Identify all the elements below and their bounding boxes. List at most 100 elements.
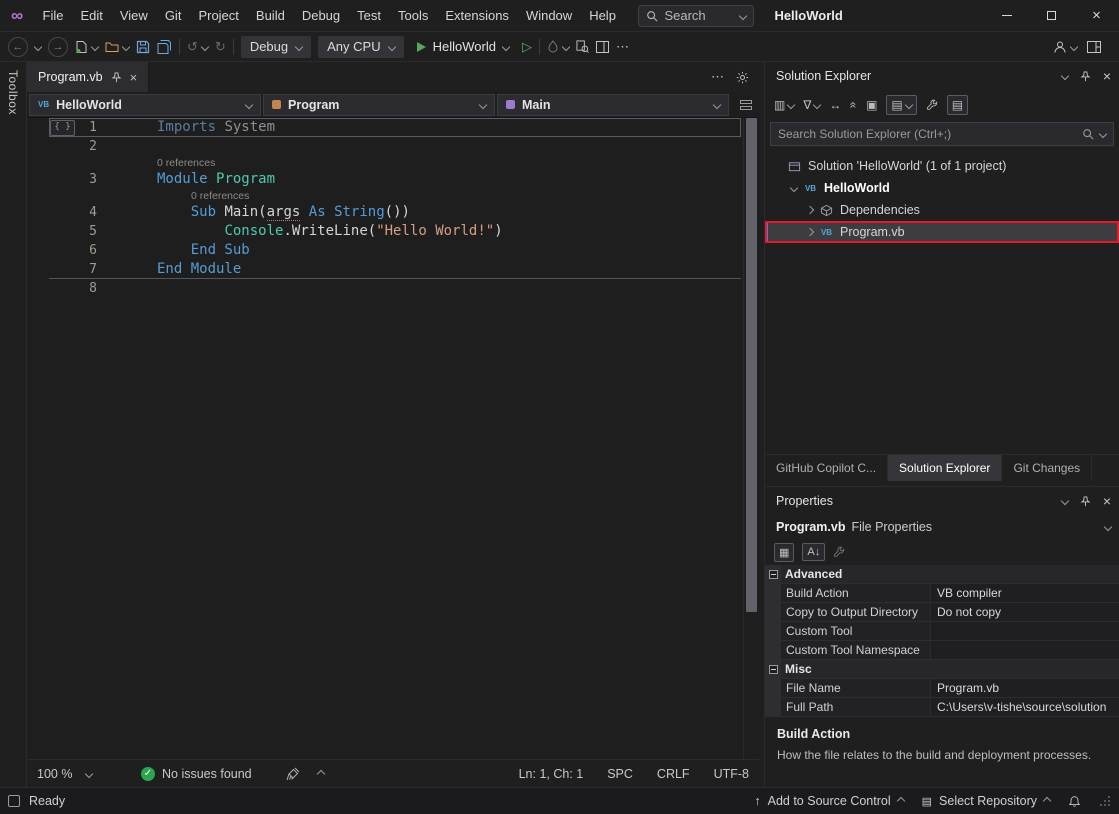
solution-configuration-dropdown[interactable]: Debug [241,36,311,58]
property-value[interactable]: VB compiler [931,584,1119,602]
properties-button[interactable]: ▣ [866,98,877,112]
search-icon[interactable] [1082,128,1094,140]
expand-panel-chevron-icon[interactable] [316,769,324,777]
property-row-file-name[interactable]: File NameProgram.vb [765,679,1119,698]
tree-item-solution-helloworld-1-of-1-project[interactable]: Solution 'HelloWorld' (1 of 1 project) [765,155,1119,177]
hot-reload-button[interactable] [547,40,569,53]
chevron-down-icon[interactable] [1061,497,1069,505]
menu-item-edit[interactable]: Edit [72,0,111,31]
code-text[interactable]: End Sub [97,241,743,260]
pin-icon[interactable] [1080,71,1091,82]
property-value[interactable]: Program.vb [931,679,1119,697]
tab-solution-explorer[interactable]: Solution Explorer [888,455,1002,481]
chevron-down-icon[interactable] [91,42,99,50]
code-text[interactable]: Module Program [97,170,743,189]
vertical-scrollbar[interactable] [743,118,759,759]
property-value[interactable]: C:\Users\v-tishe\source\solution [931,698,1119,716]
code-cleanup-broom-icon[interactable] [286,767,300,781]
background-tasks-icon[interactable] [8,795,20,807]
menu-item-help[interactable]: Help [581,0,625,31]
code-text[interactable]: Imports System [97,118,743,137]
tab-git-changes[interactable]: Git Changes [1002,455,1092,481]
add-account-button[interactable] [1053,40,1077,54]
switch-views-button[interactable]: ▥ [774,98,794,112]
line-ending[interactable]: CRLF [657,767,690,781]
menu-item-window[interactable]: Window [517,0,580,31]
chevron-down-icon[interactable] [201,42,209,50]
property-pages-wrench-icon[interactable] [833,546,845,558]
chevron-down-icon[interactable] [790,184,798,192]
code-text[interactable]: Sub Main(args As String()) [97,203,743,222]
caret-position[interactable]: Ln: 1, Ch: 1 [519,767,584,781]
collapse-category-icon[interactable] [769,570,778,579]
type-dropdown[interactable]: Program [263,94,495,116]
notifications-bell-icon[interactable] [1068,795,1081,808]
close-panel-icon[interactable]: × [1103,68,1111,84]
filter-button[interactable]: ∇ [803,98,820,112]
tab-github-copilot-c[interactable]: GitHub Copilot C... [765,455,888,481]
menu-item-git[interactable]: Git [156,0,190,31]
solution-explorer-search[interactable]: Search Solution Explorer (Ctrl+;) [770,122,1114,146]
menu-item-test[interactable]: Test [349,0,390,31]
minimize-button[interactable] [984,0,1029,32]
property-category-misc[interactable]: Misc [765,660,1119,679]
toolbar-overflow-button[interactable]: ⋯ [616,39,629,55]
property-row-full-path[interactable]: Full PathC:\Users\v-tishe\source\solutio… [765,698,1119,717]
property-value[interactable]: Do not copy [931,603,1119,621]
save-button[interactable] [136,40,150,54]
undo-button[interactable]: ↺ [187,39,208,55]
property-row-custom-tool[interactable]: Custom Tool [765,622,1119,641]
start-without-debugging-button[interactable]: ▷ [522,39,532,55]
save-all-button[interactable] [157,40,172,54]
menu-item-view[interactable]: View [111,0,156,31]
toolbox-tab[interactable]: Toolbox [6,70,20,787]
start-debugging-button[interactable]: HelloWorld [411,39,515,54]
property-value[interactable] [931,641,1119,659]
editor-options-gear-icon[interactable] [736,71,749,84]
zoom-dropdown[interactable]: 100 % [37,767,101,781]
code-text[interactable]: Console.WriteLine("Hello World!") [97,222,743,241]
navigate-forward-button[interactable]: → [48,37,68,57]
window-layout-button[interactable] [596,41,609,53]
tab-close-icon[interactable]: × [130,70,138,85]
resize-grip[interactable] [1099,795,1111,807]
property-row-build-action[interactable]: Build ActionVB compiler [765,584,1119,603]
chevron-down-icon[interactable] [1099,130,1107,138]
menu-item-file[interactable]: File [34,0,72,31]
tree-item-program-vb[interactable]: VBProgram.vb [765,221,1119,243]
menu-item-extensions[interactable]: Extensions [437,0,518,31]
property-row-copy-to-output-directory[interactable]: Copy to Output DirectoryDo not copy [765,603,1119,622]
select-repository-button[interactable]: ▤ Select Repository [922,794,1050,808]
property-row-custom-tool-namespace[interactable]: Custom Tool Namespace [765,641,1119,660]
menu-item-debug[interactable]: Debug [293,0,348,31]
property-value[interactable] [931,622,1119,640]
code-text[interactable] [97,279,743,298]
pin-icon[interactable] [1080,496,1091,507]
navigate-back-chevron-icon[interactable] [34,42,42,50]
tree-item-helloworld[interactable]: VBHelloWorld [765,177,1119,199]
chevron-down-icon[interactable] [122,42,130,50]
alphabetical-sort-button[interactable]: A↓ [802,543,825,561]
navigate-back-button[interactable]: ← [8,37,28,57]
preview-selected-items-button[interactable]: ▤ [886,95,916,115]
chevron-down-icon[interactable] [562,42,570,50]
open-file-button[interactable] [105,40,129,53]
tab-program-vb[interactable]: Program.vb × [27,62,149,92]
codelens-references[interactable]: 0 references [27,189,743,203]
tree-item-dependencies[interactable]: Dependencies [765,199,1119,221]
close-panel-icon[interactable]: × [1103,493,1111,509]
sync-with-active-document-button[interactable]: ↔ [829,98,841,112]
close-button[interactable]: × [1074,0,1119,32]
indent-mode[interactable]: SPC [607,767,633,781]
collapse-all-button[interactable]: « [850,98,857,112]
pin-icon[interactable] [111,72,122,83]
collapse-category-icon[interactable] [769,665,778,674]
menu-item-tools[interactable]: Tools [389,0,436,31]
properties-object-dropdown[interactable]: Program.vb File Properties [765,515,1119,539]
split-window-button[interactable] [734,94,758,116]
project-dropdown[interactable]: VB HelloWorld [29,94,261,116]
encoding[interactable]: UTF-8 [714,767,749,781]
chevron-right-icon[interactable] [806,206,814,214]
chevron-down-icon[interactable] [1070,42,1078,50]
property-category-advanced[interactable]: Advanced [765,565,1119,584]
